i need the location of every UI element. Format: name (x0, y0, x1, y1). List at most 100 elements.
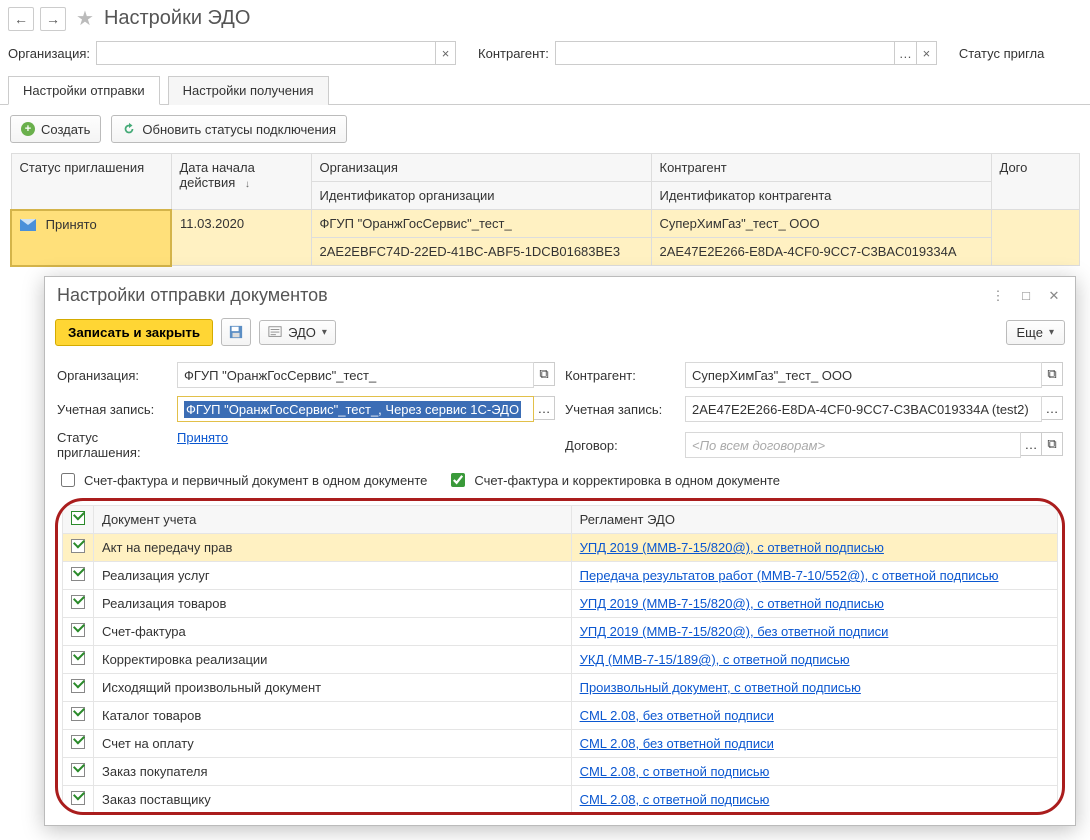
check-icon[interactable] (71, 707, 85, 721)
fld-counter-value[interactable]: СуперХимГаз"_тест_ ООО (685, 362, 1042, 388)
doc-name: Заказ покупателя (94, 758, 572, 786)
doc-col-reg[interactable]: Регламент ЭДО (571, 506, 1057, 534)
doc-row[interactable]: Каталог товаровCML 2.08, без ответной по… (63, 702, 1058, 730)
doc-reg-link[interactable]: Произвольный документ, с ответной подпис… (580, 680, 861, 695)
check-all-icon[interactable] (71, 511, 85, 525)
fld-contract-open[interactable]: ⧉ (1041, 432, 1063, 456)
doc-table: Документ учета Регламент ЭДО Акт на пере… (62, 505, 1058, 814)
fld-org-open[interactable]: ⧉ (533, 362, 555, 386)
doc-reg-link[interactable]: УПД 2019 (ММВ-7-15/820@), без ответной п… (580, 624, 889, 639)
doc-name: Заказ поставщику (94, 786, 572, 814)
doc-name: Реализация услуг (94, 562, 572, 590)
doc-row[interactable]: Реализация товаровУПД 2019 (ММВ-7-15/820… (63, 590, 1058, 618)
tab-send[interactable]: Настройки отправки (8, 76, 160, 105)
doc-reg-link[interactable]: Передача результатов работ (ММВ-7-10/552… (580, 568, 999, 583)
fld-counter-label: Контрагент: (565, 368, 675, 383)
create-button[interactable]: + Создать (10, 115, 101, 143)
col-org-id[interactable]: Идентификатор организации (311, 182, 651, 210)
fld-acct2-lookup[interactable]: … (1041, 396, 1063, 420)
fld-contract-value[interactable]: <По всем договорам> (685, 432, 1021, 458)
grid-row[interactable]: Принято 11.03.2020 ФГУП "ОранжГосСервис"… (11, 210, 1080, 238)
check-icon[interactable] (71, 679, 85, 693)
doc-name: Исходящий произвольный документ (94, 674, 572, 702)
fld-acct-value[interactable]: ФГУП "ОранжГосСервис"_тест_, Через серви… (177, 396, 534, 422)
fld-org-value[interactable]: ФГУП "ОранжГосСервис"_тест_ (177, 362, 534, 388)
save-button[interactable] (221, 318, 251, 346)
doc-row[interactable]: Счет на оплатуCML 2.08, без ответной под… (63, 730, 1058, 758)
check-icon[interactable] (71, 539, 85, 553)
back-button[interactable]: ← (8, 7, 34, 31)
doc-col-name[interactable]: Документ учета (94, 506, 572, 534)
plus-icon: + (21, 122, 35, 136)
envelope-icon (20, 219, 36, 231)
create-label: Создать (41, 122, 90, 137)
doc-col-check[interactable] (63, 506, 94, 534)
check-icon[interactable] (71, 651, 85, 665)
fld-contract-lookup[interactable]: … (1020, 432, 1042, 456)
fld-acct2-value[interactable]: 2AE47E2E266-E8DA-4CF0-9CC7-C3BAC019334A … (685, 396, 1042, 422)
doc-reg-link[interactable]: CML 2.08, без ответной подписи (580, 736, 774, 751)
col-counter-id[interactable]: Идентификатор контрагента (651, 182, 991, 210)
save-close-button[interactable]: Записать и закрыть (55, 319, 213, 346)
fld-counter-open[interactable]: ⧉ (1041, 362, 1063, 386)
refresh-status-button[interactable]: Обновить статусы подключения (111, 115, 347, 143)
filter-org-input[interactable] (96, 41, 436, 65)
main-grid: Статус приглашения Дата начала действия … (10, 153, 1080, 267)
doc-row[interactable]: Счет-фактураУПД 2019 (ММВ-7-15/820@), бе… (63, 618, 1058, 646)
fld-acct-label: Учетная запись: (57, 402, 167, 417)
filter-counter-lookup[interactable]: … (895, 41, 917, 65)
dialog-menu-icon[interactable]: ⋮ (989, 288, 1007, 304)
doc-area-highlight: Документ учета Регламент ЭДО Акт на пере… (55, 498, 1065, 815)
chk-invoice-correction-box[interactable] (451, 473, 465, 487)
chk-invoice-primary[interactable]: Счет-фактура и первичный документ в одно… (57, 470, 427, 490)
doc-reg-link[interactable]: УПД 2019 (ММВ-7-15/820@), с ответной под… (580, 540, 884, 555)
fld-status-link[interactable]: Принято (177, 430, 555, 445)
check-icon[interactable] (71, 763, 85, 777)
chk-invoice-correction[interactable]: Счет-фактура и корректировка в одном док… (447, 470, 780, 490)
filter-counter-label: Контрагент: (478, 46, 549, 61)
doc-reg-link[interactable]: CML 2.08, без ответной подписи (580, 708, 774, 723)
edo-button[interactable]: ЭДО ▾ (259, 320, 336, 345)
filter-org-label: Организация: (8, 46, 90, 61)
check-icon[interactable] (71, 567, 85, 581)
col-contract[interactable]: Дого (991, 154, 1080, 210)
check-icon[interactable] (71, 595, 85, 609)
doc-reg-link[interactable]: УКД (ММВ-7-15/189@), с ответной подписью (580, 652, 850, 667)
row-counter: СуперХимГаз"_тест_ ООО (651, 210, 991, 238)
col-date[interactable]: Дата начала действия ↓ (171, 154, 311, 210)
doc-reg-link[interactable]: УПД 2019 (ММВ-7-15/820@), с ответной под… (580, 596, 884, 611)
doc-row[interactable]: Заказ покупателя CML 2.08, с ответной под… (63, 758, 1058, 786)
star-icon: ★ (76, 6, 94, 31)
dialog-maximize-icon[interactable]: □ (1017, 288, 1035, 304)
fld-acct-lookup[interactable]: … (533, 396, 555, 420)
doc-row[interactable]: Исходящий произвольный документ Произволь… (63, 674, 1058, 702)
chk-invoice-primary-box[interactable] (61, 473, 75, 487)
fld-contract-label: Договор: (565, 438, 675, 453)
fld-acct2-label: Учетная запись: (565, 402, 675, 417)
filter-org-clear[interactable]: × (436, 41, 456, 65)
filter-counter-clear[interactable]: × (917, 41, 937, 65)
doc-row[interactable]: Корректировка реализацииУКД (ММВ-7-15/18… (63, 646, 1058, 674)
fld-org-label: Организация: (57, 368, 167, 383)
forward-button[interactable]: → (40, 7, 66, 31)
col-org[interactable]: Организация (311, 154, 651, 182)
doc-row[interactable]: Акт на передачу правУПД 2019 (ММВ-7-15/8… (63, 534, 1058, 562)
more-button[interactable]: Еще ▾ (1006, 320, 1065, 345)
fld-status-label: Статус приглашения: (57, 430, 167, 460)
caret-down-icon: ▾ (322, 327, 327, 338)
doc-row[interactable]: Реализация услуг Передача результатов раб… (63, 562, 1058, 590)
doc-reg-link[interactable]: CML 2.08, с ответной подписью (580, 792, 770, 807)
check-icon[interactable] (71, 791, 85, 805)
row-org-id: 2AE2EBFC74D-22ED-41BC-ABF5-1DCB01683BE3 (311, 238, 651, 266)
dialog-close-icon[interactable]: ✕ (1045, 288, 1063, 304)
floppy-icon (229, 325, 243, 339)
doc-row[interactable]: Заказ поставщику CML 2.08, с ответной под… (63, 786, 1058, 814)
filter-counter-input[interactable] (555, 41, 895, 65)
col-counter[interactable]: Контрагент (651, 154, 991, 182)
refresh-label: Обновить статусы подключения (142, 122, 336, 137)
check-icon[interactable] (71, 735, 85, 749)
check-icon[interactable] (71, 623, 85, 637)
doc-reg-link[interactable]: CML 2.08, с ответной подписью (580, 764, 770, 779)
tab-receive[interactable]: Настройки получения (168, 76, 329, 105)
col-status[interactable]: Статус приглашения (11, 154, 171, 210)
